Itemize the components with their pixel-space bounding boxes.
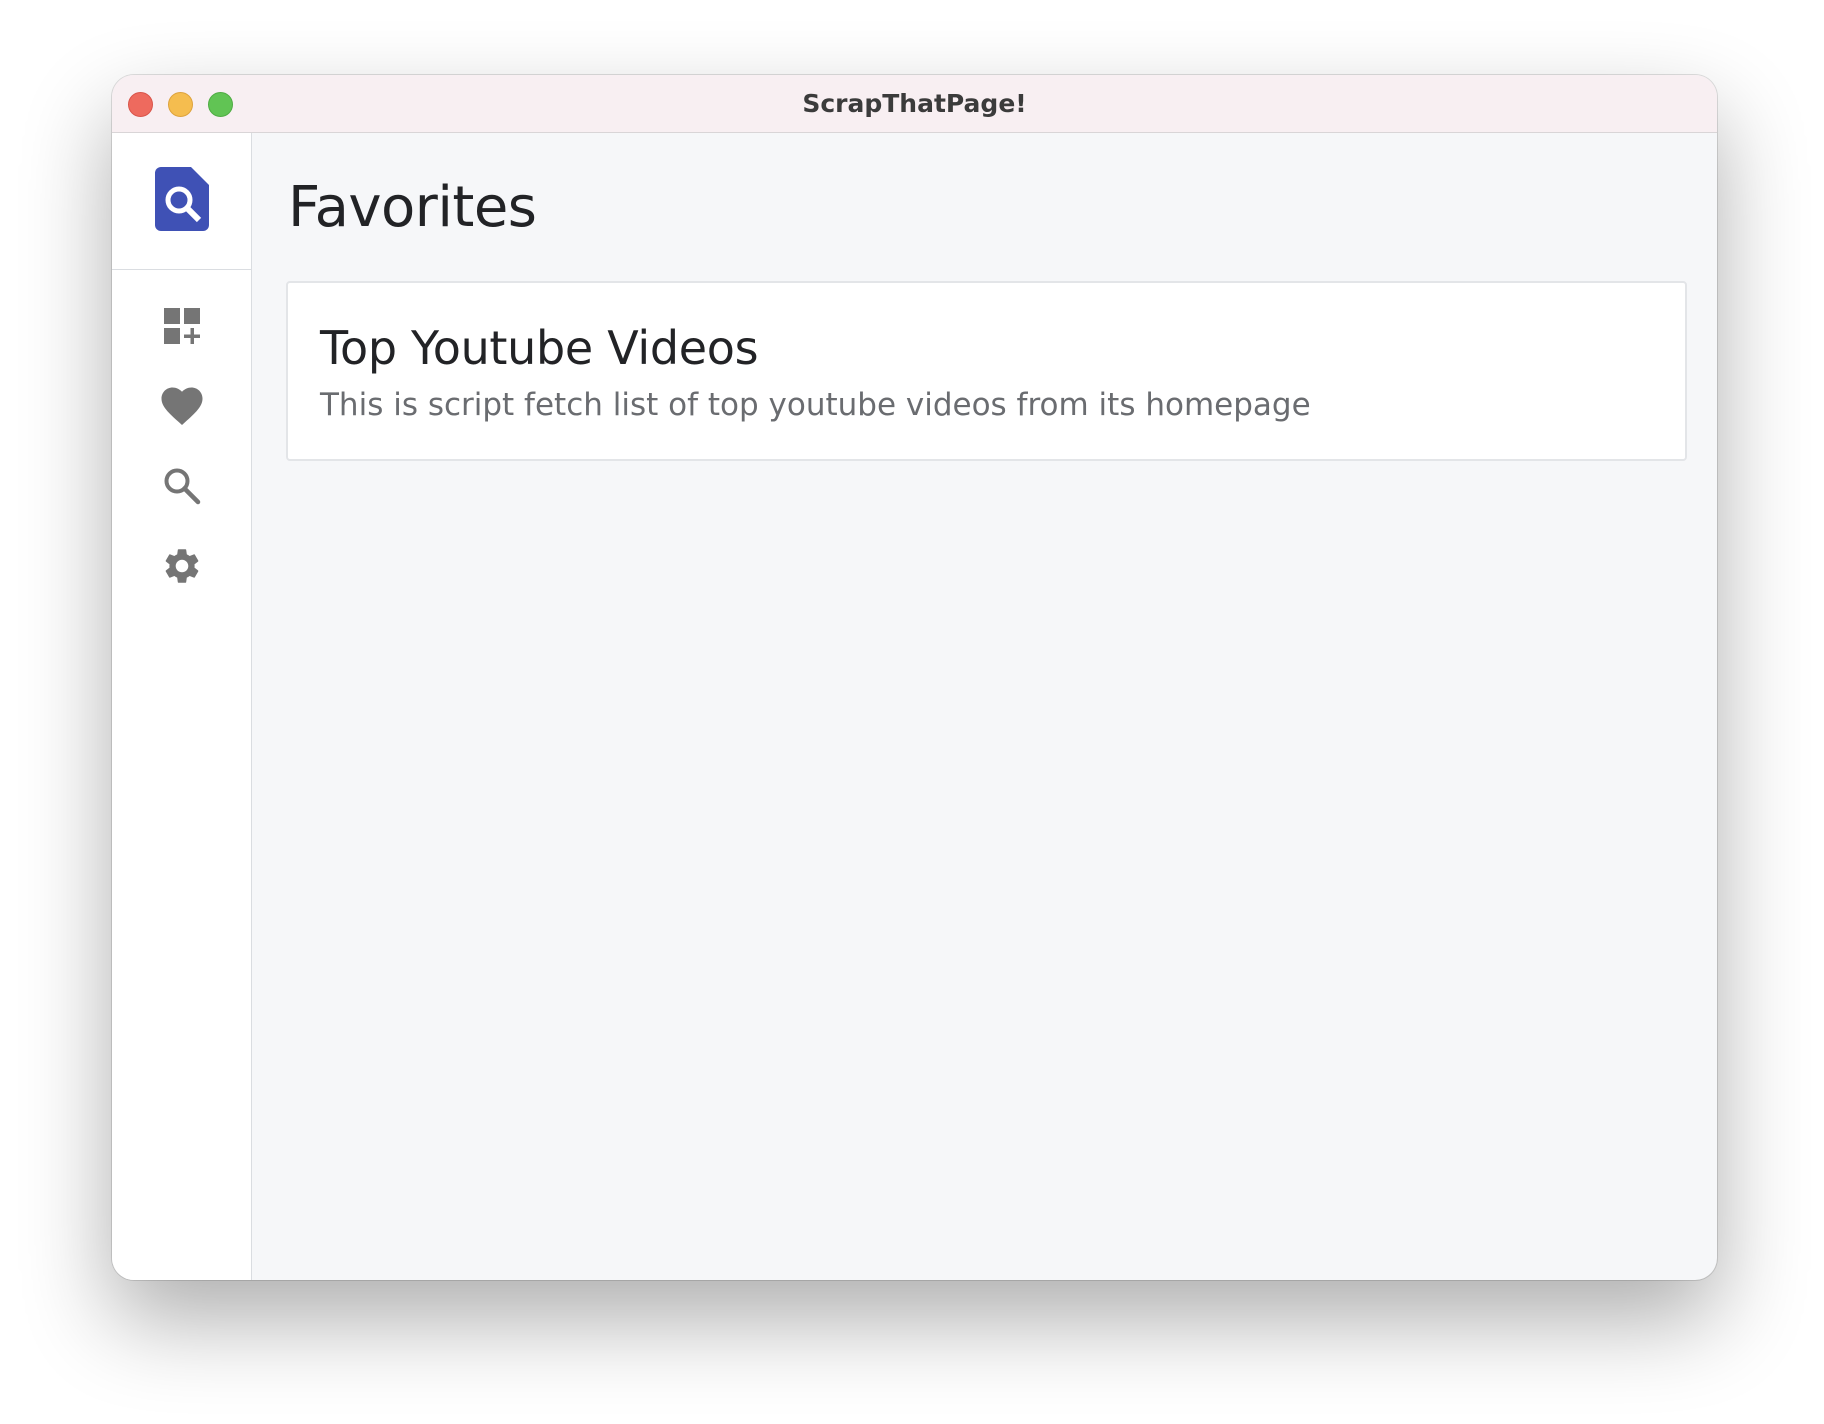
sidebar-item-search[interactable] xyxy=(112,448,252,528)
sidebar-nav xyxy=(112,270,251,608)
heart-icon xyxy=(160,386,204,431)
sidebar xyxy=(112,133,252,1280)
search-icon xyxy=(162,466,202,511)
dashboard-add-icon xyxy=(162,306,202,351)
app-window: ScrapThatPage! Favorites Top Youtube Vid… xyxy=(112,75,1717,1280)
sidebar-item-favorites[interactable] xyxy=(112,368,252,448)
favorite-card[interactable]: Top Youtube Videos This is script fetch … xyxy=(286,281,1687,461)
page-title: Favorites xyxy=(288,175,537,240)
card-description: This is script fetch list of top youtube… xyxy=(320,387,1311,423)
window-title: ScrapThatPage! xyxy=(802,89,1027,118)
title-bar: ScrapThatPage! xyxy=(112,75,1717,133)
sidebar-item-dashboard[interactable] xyxy=(112,288,252,368)
logo-area xyxy=(112,133,251,270)
gear-icon xyxy=(161,545,203,592)
document-search-icon[interactable] xyxy=(154,166,209,236)
card-title: Top Youtube Videos xyxy=(320,321,759,375)
main-content: Favorites Top Youtube Videos This is scr… xyxy=(253,133,1717,1280)
sidebar-item-settings[interactable] xyxy=(112,528,252,608)
